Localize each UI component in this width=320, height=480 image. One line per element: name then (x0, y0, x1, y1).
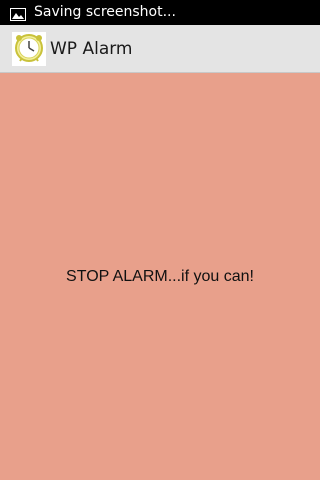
stop-alarm-message[interactable]: STOP ALARM...if you can! (0, 267, 320, 287)
status-notification-text: Saving screenshot... (34, 4, 176, 20)
alarm-content[interactable]: STOP ALARM...if you can! (0, 73, 320, 480)
action-bar: WP Alarm (0, 25, 320, 73)
image-icon (10, 6, 26, 21)
app-title: WP Alarm (50, 39, 133, 59)
screen: Saving screenshot... WP Alarm STOP ALARM… (0, 0, 320, 480)
alarm-clock-icon[interactable] (12, 32, 46, 66)
status-bar: Saving screenshot... (0, 0, 320, 25)
